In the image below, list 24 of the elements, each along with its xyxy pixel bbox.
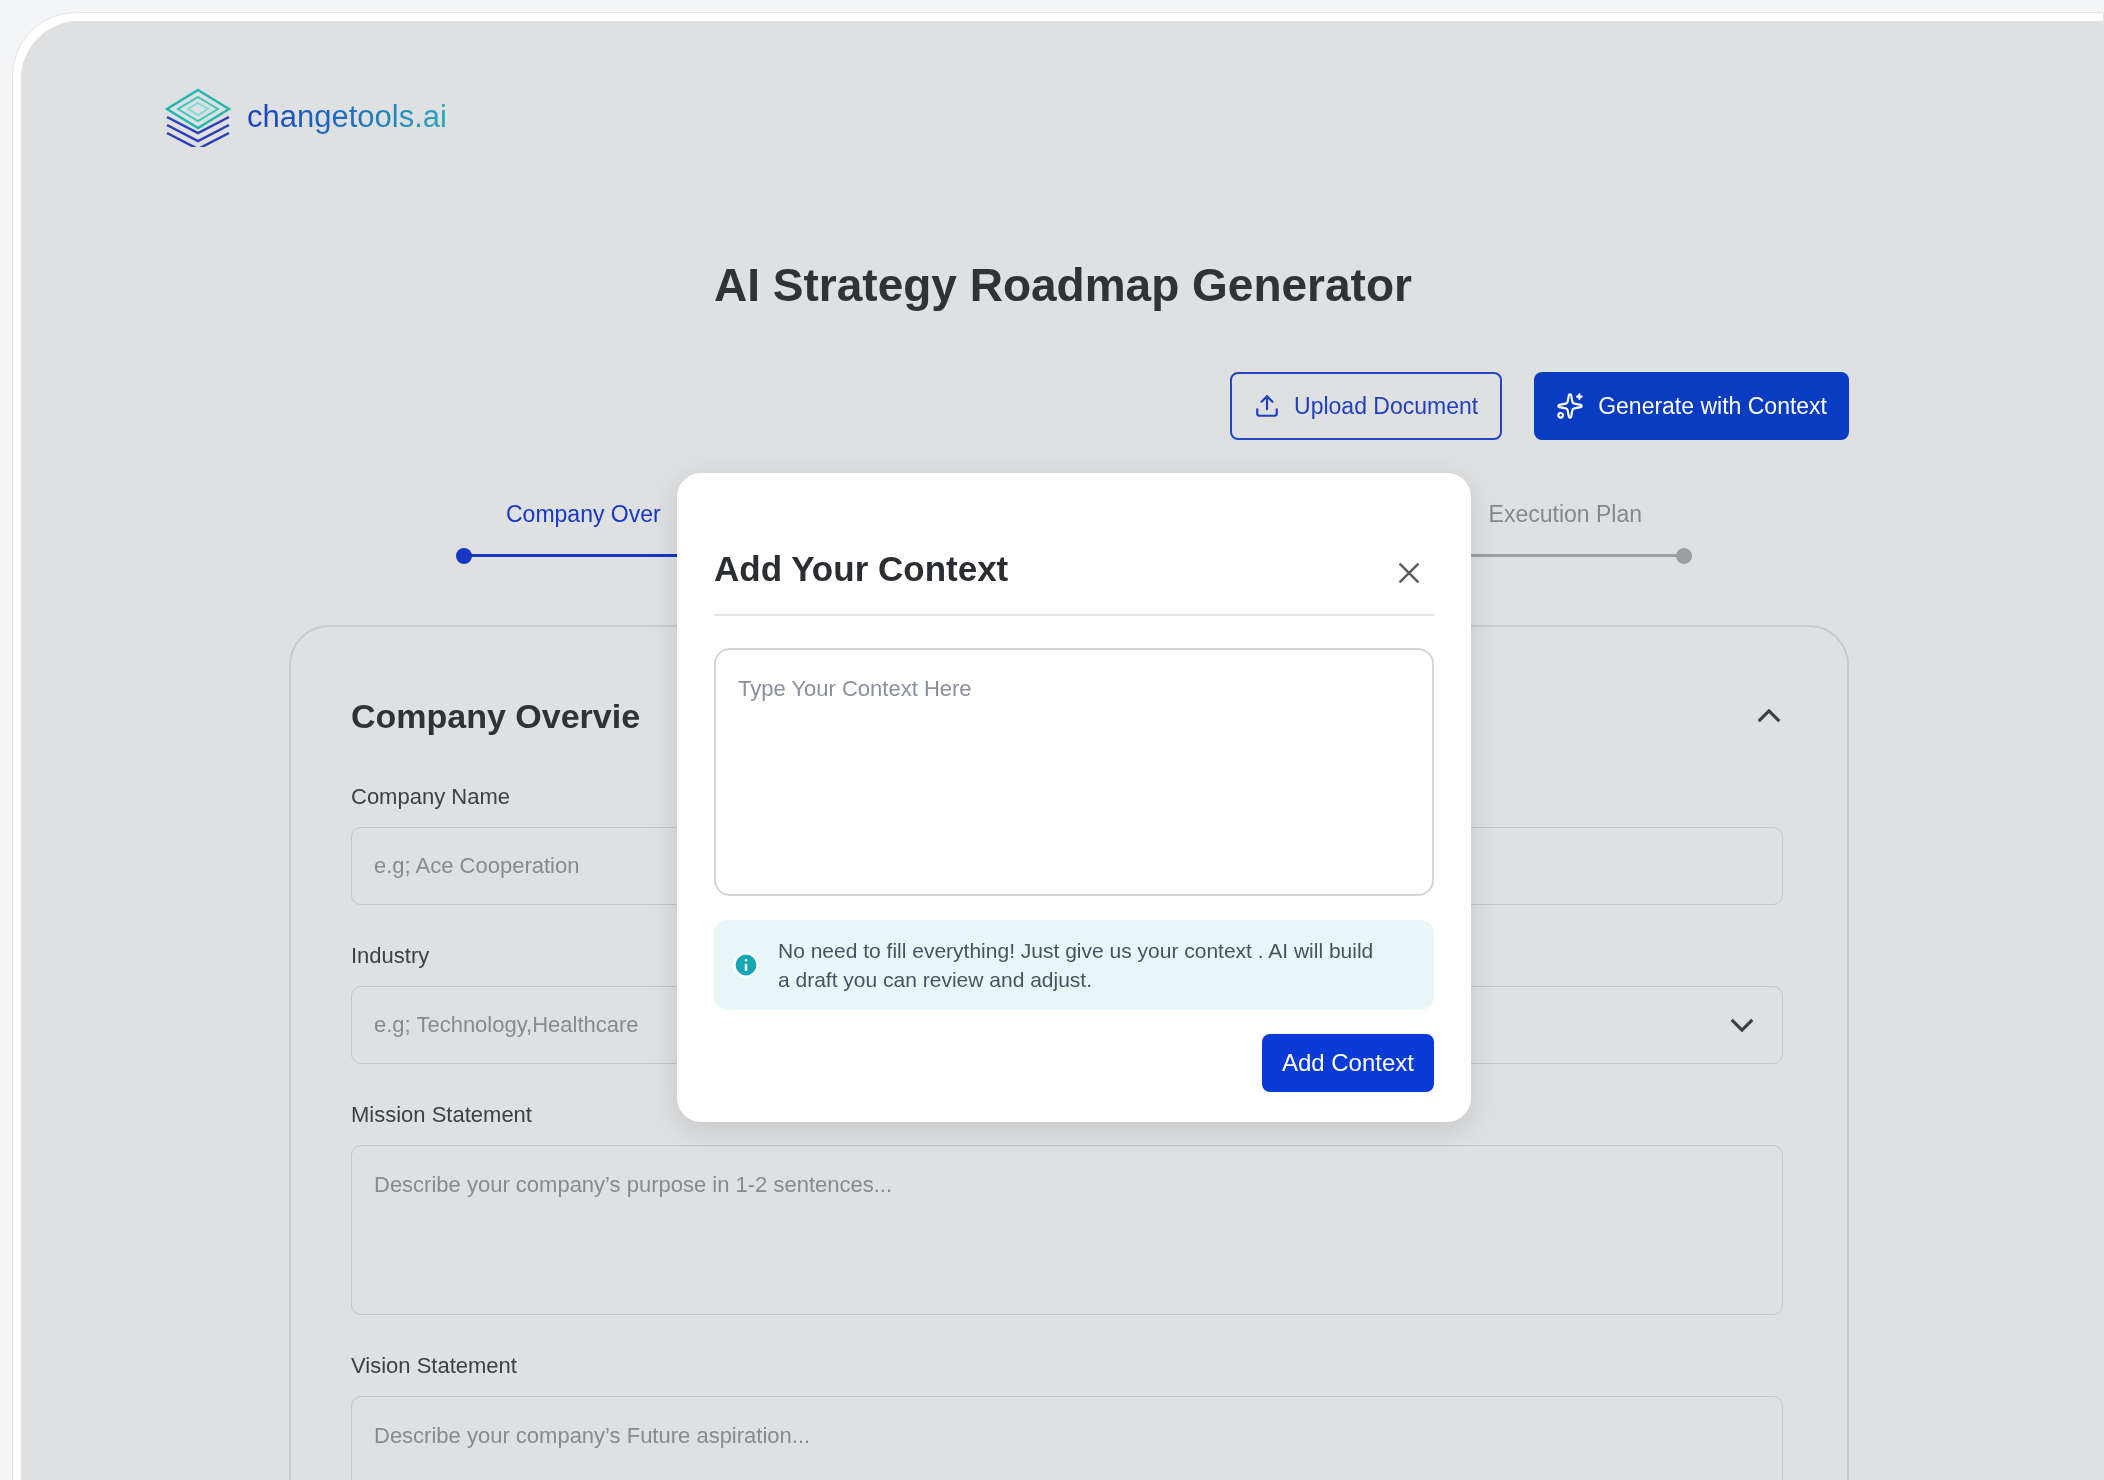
upload-icon: [1254, 393, 1281, 419]
upload-button[interactable]: Upload Document: [1230, 372, 1503, 440]
chevron-up-icon: [1757, 709, 1781, 723]
field-label: Industry: [351, 941, 430, 970]
close-button[interactable]: [1398, 562, 1420, 585]
section-title: Company Overvie: [351, 695, 641, 737]
close-icon: [1398, 562, 1420, 585]
sparkle-icon: [1556, 392, 1585, 420]
info-text: No need to fill everything! Just give us your context . AI will build a draft you can review and adjust.: [778, 937, 1374, 993]
field-label: Mission Statement: [351, 1100, 532, 1129]
text-area[interactable]: Describe your company’s Future aspiration...: [351, 1395, 1783, 1480]
text-area[interactable]: Describe your company’s purpose in 1-2 sentences...: [351, 1144, 1783, 1315]
add-context-button[interactable]: Add Context: [1261, 1033, 1434, 1092]
chevron-down-icon: [1730, 1017, 1754, 1032]
step-label[interactable]: Company Over: [506, 497, 661, 532]
field-label: Company Name: [351, 782, 510, 811]
dialog-title: Add Your Context: [714, 548, 1009, 590]
context-text-area[interactable]: Type Your Context Here: [714, 647, 1434, 896]
collapse-button[interactable]: [1757, 709, 1781, 723]
info-icon: [732, 950, 760, 979]
generate-button[interactable]: Generate with Context: [1534, 372, 1849, 440]
field-label: Vision Statement: [351, 1351, 517, 1380]
layered-diamond-logo-icon: [163, 87, 233, 147]
page-title: AI Strategy Roadmap Generator: [713, 258, 1413, 313]
